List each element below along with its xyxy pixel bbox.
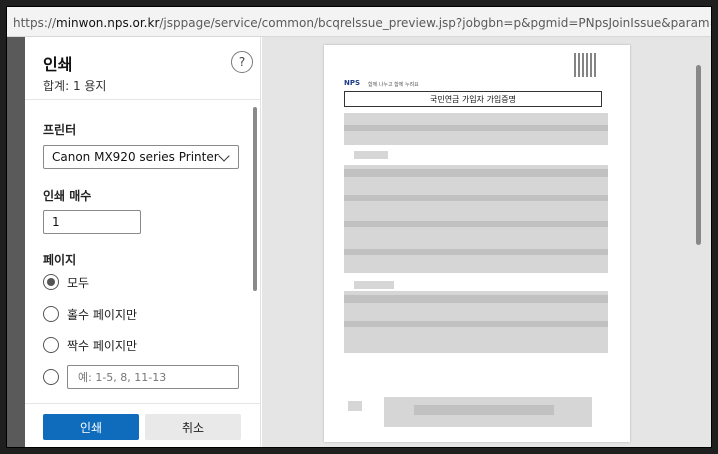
redacted-row [344,169,608,177]
radio-pages-custom[interactable] [43,367,59,387]
radio-label-all: 모두 [67,275,90,290]
url-path: /jsppage/service/common/bcqrelssue_previ… [159,16,711,30]
redacted-block [344,125,608,131]
radio-label-odd: 홀수 페이지만 [67,307,138,322]
header-divider [25,99,260,100]
redacted-block [354,151,388,159]
radio-button[interactable] [43,369,59,385]
copies-input[interactable]: 1 [43,210,141,234]
copies-label: 인쇄 매수 [43,189,92,203]
redacted-row [344,295,608,303]
copies-value: 1 [52,215,60,229]
print-button[interactable]: 인쇄 [43,414,139,440]
radio-button[interactable] [43,274,59,290]
page-background-strip [7,37,25,447]
url-text[interactable]: https://minwon.nps.or.kr/jsppage/service… [13,16,711,30]
printer-label: 프린터 [43,123,77,137]
print-settings-panel: 인쇄 합계: 1 용지 ? 프린터 Canon MX920 series Pri… [25,37,261,447]
preview-page: NPS 함께 나누고 함께 누려요 국민연금 가입자 가입증명 [324,45,630,442]
redacted-row [344,249,608,255]
radio-button[interactable] [43,306,59,322]
redacted-block [354,281,394,289]
preview-scrollbar[interactable] [696,65,701,245]
cancel-button[interactable]: 취소 [145,414,241,440]
qr-code-icon [574,53,598,77]
dialog-footer: 인쇄 취소 [25,403,260,447]
url-host: minwon.nps.or.kr [56,16,160,30]
panel-scrollbar[interactable] [253,107,257,291]
pages-label: 페이지 [43,253,77,267]
radio-button[interactable] [43,337,59,353]
radio-label-even: 짝수 페이지만 [67,338,138,353]
redacted-row [344,221,608,227]
chevron-down-icon [218,150,230,162]
redacted-row [344,195,608,201]
printer-select[interactable]: Canon MX920 series Printer [43,145,239,169]
url-prefix: https:// [13,16,57,30]
logo-slogan: 함께 나누고 함께 누려요 [368,82,419,88]
doc-title: 국민연금 가입자 가입증명 [429,94,517,104]
radio-pages-even[interactable]: 짝수 페이지만 [43,335,137,355]
doc-title-box: 국민연금 가입자 가입증명 [344,91,602,107]
redacted-block [348,401,362,411]
panel-header: 인쇄 합계: 1 용지 ? [25,37,260,99]
question-icon: ? [238,55,246,69]
radio-pages-all[interactable]: 모두 [43,272,89,292]
address-bar[interactable]: https://minwon.nps.or.kr/jsppage/service… [7,7,711,37]
radio-pages-odd[interactable]: 홀수 페이지만 [43,304,137,324]
nps-logo: NPS [344,79,361,87]
help-button[interactable]: ? [231,51,253,73]
sheet-total: 합계: 1 용지 [43,79,107,93]
redacted-row [344,321,608,327]
page-range-input[interactable] [67,365,239,389]
print-dialog-title: 인쇄 [43,55,73,74]
printer-selected: Canon MX920 series Printer [52,150,219,164]
redacted-block [414,405,554,415]
redacted-table [344,165,608,273]
